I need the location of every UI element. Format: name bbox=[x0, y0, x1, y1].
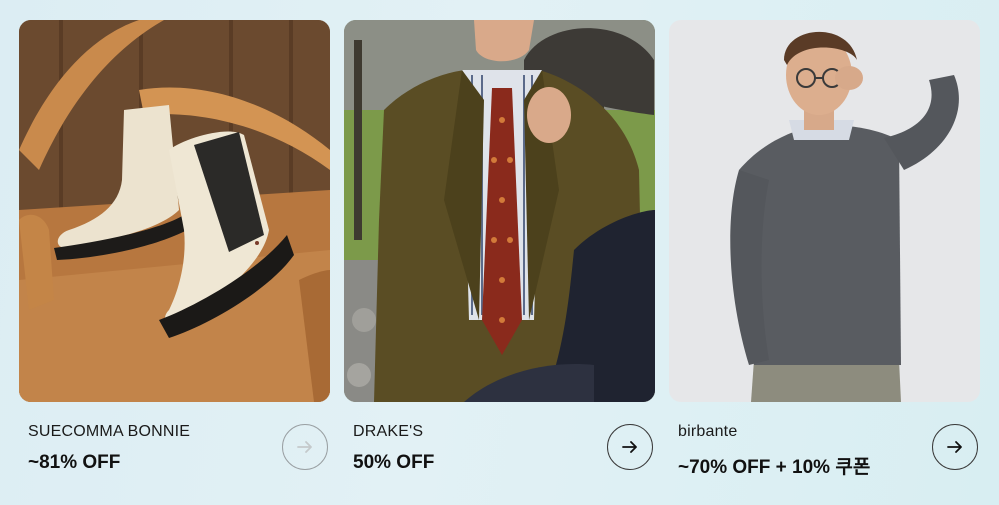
discount-label: 50% OFF bbox=[353, 452, 435, 473]
product-image-grey-sweater[interactable] bbox=[669, 20, 980, 402]
promo-card-drakes[interactable]: DRAKE'S 50% OFF bbox=[344, 20, 655, 502]
promo-card-suecomma-bonnie[interactable]: SUECOMMA BONNIE ~81% OFF bbox=[19, 20, 330, 502]
card-info: birbante ~70% OFF + 10% 쿠폰 bbox=[669, 402, 980, 502]
discount-label: ~70% OFF + 10% 쿠폰 bbox=[678, 457, 871, 478]
brand-name[interactable]: birbante bbox=[678, 423, 737, 441]
view-brand-button[interactable] bbox=[607, 424, 653, 470]
view-brand-button[interactable] bbox=[282, 424, 328, 470]
product-image-boots[interactable] bbox=[19, 20, 330, 402]
promo-card-row: SUECOMMA BONNIE ~81% OFF DRAKE'S 50% OFF… bbox=[19, 20, 980, 502]
card-info: SUECOMMA BONNIE ~81% OFF bbox=[19, 402, 330, 502]
brand-name[interactable]: SUECOMMA BONNIE bbox=[28, 423, 190, 441]
arrow-right-icon bbox=[947, 441, 962, 453]
discount-label: ~81% OFF bbox=[28, 452, 121, 473]
arrow-right-icon bbox=[297, 441, 312, 453]
view-brand-button[interactable] bbox=[932, 424, 978, 470]
arrow-right-icon bbox=[622, 441, 637, 453]
card-info: DRAKE'S 50% OFF bbox=[344, 402, 655, 502]
brand-name[interactable]: DRAKE'S bbox=[353, 423, 423, 441]
product-image-corduroy-jacket[interactable] bbox=[344, 20, 655, 402]
promo-card-birbante[interactable]: birbante ~70% OFF + 10% 쿠폰 bbox=[669, 20, 980, 502]
